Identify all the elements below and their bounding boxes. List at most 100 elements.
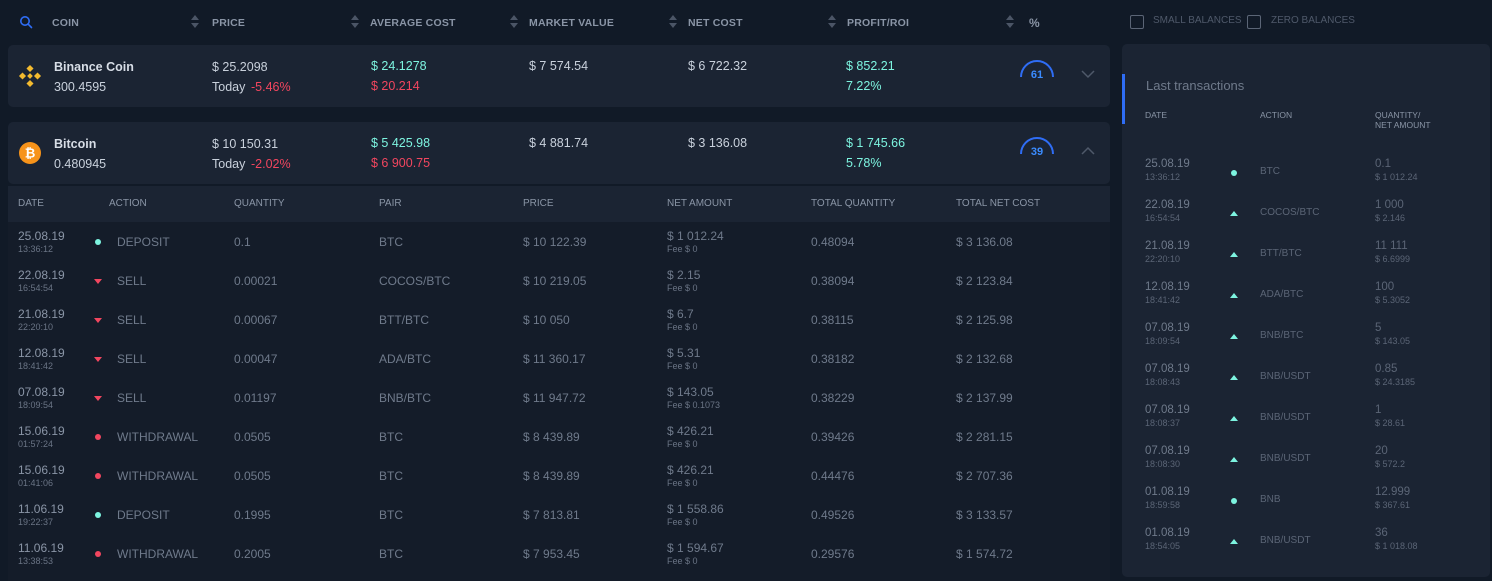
list-item[interactable]: 01.08.19 18:54:05 BNB/USDT 36 $ 1 018.08	[1122, 527, 1490, 568]
table-header: DATE ACTION QUANTITY PAIR PRICE NET AMOU…	[8, 186, 1110, 222]
row-pair: BTC	[379, 235, 403, 249]
column-net-cost[interactable]: NET COST	[688, 17, 743, 29]
column-percent[interactable]: %	[1029, 16, 1040, 30]
row-fee: Fee $ 0	[667, 283, 698, 293]
average-cost-positive: $ 5 425.98	[371, 136, 431, 150]
buy-arrow-icon	[1230, 252, 1238, 257]
coin-card-bitcoin[interactable]: ₿ Bitcoin 0.480945 $ 10 150.31 Today -2.…	[8, 122, 1110, 184]
sort-price-icon[interactable]	[190, 14, 200, 30]
list-item[interactable]: 12.08.19 18:41:42 ADA/BTC 100 $ 5.3052	[1122, 281, 1490, 322]
table-row[interactable]: 11.06.19 13:38:53 WITHDRAWAL 0.2005 BTC $ 7 9…	[8, 534, 1110, 573]
row-total-quantity: 0.38115	[811, 313, 854, 327]
row-time: 18:41:42	[18, 361, 54, 371]
row-price: $ 7 813.81	[523, 508, 580, 522]
list-item[interactable]: 01.08.19 18:59:58 BNB 12.999 $ 367.61	[1122, 486, 1490, 527]
row-date: 11.06.19	[18, 541, 64, 555]
list-item[interactable]: 21.08.19 22:20:10 BTT/BTC 11 111 $ 6.6999	[1122, 240, 1490, 281]
row-total-net-cost: $ 3 136.08	[956, 235, 1013, 249]
item-quantity: 11 111	[1375, 240, 1408, 252]
item-time: 18:09:54	[1145, 336, 1181, 346]
row-date: 11.06.19	[18, 502, 64, 516]
deposit-dot-icon	[95, 239, 101, 245]
table-row[interactable]: 07.08.19 18:09:54 SELL 0.01197 BNB/BTC $ 11 9…	[8, 378, 1110, 417]
row-quantity: 0.01197	[234, 391, 277, 405]
sort-average-cost-icon[interactable]	[350, 14, 360, 30]
coin-card-binance[interactable]: Binance Coin 300.4595 $ 25.2098 Today -5…	[8, 45, 1110, 107]
sort-percent-icon[interactable]	[1005, 14, 1015, 30]
deposit-dot-icon	[1231, 170, 1237, 176]
profit-value: $ 1 745.66	[846, 136, 906, 150]
list-item[interactable]: 25.08.19 13:36:12 BTC 0.1 $ 1 012.24	[1122, 158, 1490, 199]
column-market-value[interactable]: MARKET VALUE	[529, 17, 614, 29]
row-fee: Fee $ 0	[667, 517, 698, 527]
panel-accent-bar	[1122, 74, 1125, 124]
th-action: ACTION	[109, 198, 147, 209]
table-row[interactable]: 21.08.19 22:20:10 SELL 0.00067 BTT/BTC $ 10 0…	[8, 300, 1110, 339]
today-label: Today	[212, 80, 246, 94]
row-net-amount: $ 5.31	[667, 346, 701, 360]
column-profit-roi[interactable]: PROFIT/ROI	[847, 17, 909, 29]
row-net-amount: $ 426.21	[667, 463, 714, 477]
table-row[interactable]: 11.06.19 19:22:37 DEPOSIT 0.1995 BTC $ 7 813.…	[8, 495, 1110, 534]
table-row[interactable]: 12.08.19 18:41:42 SELL 0.00047 ADA/BTC $ 11 3…	[8, 339, 1110, 378]
row-quantity: 0.0505	[234, 469, 271, 483]
list-item[interactable]: 07.08.19 18:08:43 BNB/USDT 0.85 $ 24.3185	[1122, 363, 1490, 404]
zero-balances-checkbox[interactable]	[1247, 15, 1261, 29]
column-coin[interactable]: COIN	[52, 17, 79, 29]
row-quantity: 0.2005	[234, 547, 271, 561]
chevron-up-icon[interactable]	[1081, 146, 1095, 156]
list-item[interactable]: 07.08.19 18:08:37 BNB/USDT 1 $ 28.61	[1122, 404, 1490, 445]
table-row[interactable]: 22.08.19 16:54:54 SELL 0.00021 COCOS/BTC $ 10…	[8, 261, 1110, 300]
list-item[interactable]: 07.08.19 18:09:54 BNB/BTC 5 $ 143.05	[1122, 322, 1490, 363]
small-balances-checkbox[interactable]	[1130, 15, 1144, 29]
roi-value: 5.78%	[846, 156, 882, 170]
profit-value: $ 852.21	[846, 59, 895, 73]
panel-th-quantity-line1: QUANTITY/	[1375, 110, 1421, 120]
row-fee: Fee $ 0	[667, 361, 698, 371]
panel-th-date: DATE	[1145, 110, 1168, 120]
item-action: ADA/BTC	[1260, 289, 1304, 300]
average-cost-positive: $ 24.1278	[371, 59, 427, 73]
bitcoin-transactions-table: DATE ACTION QUANTITY PAIR PRICE NET AMOU…	[8, 186, 1110, 581]
column-price[interactable]: PRICE	[212, 17, 245, 29]
sort-market-value-icon[interactable]	[509, 14, 519, 30]
row-quantity: 0.0505	[234, 430, 271, 444]
table-row[interactable]: 15.06.19 01:41:06 WITHDRAWAL 0.0505 BTC $ 8 4…	[8, 456, 1110, 495]
row-price: $ 10 122.39	[523, 235, 587, 249]
list-item[interactable]: 22.08.19 16:54:54 COCOS/BTC 1 000 $ 2.146	[1122, 199, 1490, 240]
row-quantity: 0.00067	[234, 313, 278, 327]
row-total-net-cost: $ 2 132.68	[956, 352, 1013, 366]
search-icon[interactable]	[19, 15, 33, 29]
coin-price: $ 25.2098	[212, 60, 268, 74]
last-transactions-panel: Last transactions DATE ACTION QUANTITY/ …	[1122, 44, 1490, 577]
column-average-cost[interactable]: AVERAGE COST	[370, 17, 456, 29]
row-total-quantity: 0.39426	[811, 430, 855, 444]
row-date: 22.08.19	[18, 268, 65, 282]
table-row[interactable]: 15.06.19 01:57:24 WITHDRAWAL 0.0505 BTC $ 8 4…	[8, 417, 1110, 456]
coin-price: $ 10 150.31	[212, 137, 279, 151]
today-label: Today	[212, 157, 246, 171]
row-price: $ 11 360.17	[523, 352, 586, 366]
row-fee: Fee $ 0	[667, 439, 698, 449]
row-total-net-cost: $ 2 707.36	[956, 469, 1013, 483]
list-item[interactable]: 07.08.19 18:08:30 BNB/USDT 20 $ 572.2	[1122, 445, 1490, 486]
item-quantity: 36	[1375, 527, 1388, 539]
sort-profit-icon[interactable]	[827, 14, 837, 30]
row-quantity: 0.00047	[234, 352, 278, 366]
item-net-amount: $ 367.61	[1375, 500, 1411, 510]
row-time: 01:57:24	[18, 439, 54, 449]
th-pair: PAIR	[379, 198, 402, 209]
row-total-net-cost: $ 2 125.98	[956, 313, 1013, 327]
chevron-down-icon[interactable]	[1081, 69, 1095, 79]
buy-arrow-icon	[1230, 334, 1238, 339]
coin-amount: 0.480945	[54, 157, 107, 171]
row-total-quantity: 0.49526	[811, 508, 855, 522]
item-action: BNB/USDT	[1260, 535, 1311, 546]
row-fee: Fee $ 0	[667, 244, 698, 254]
table-row[interactable]: 25.08.19 13:36:12 DEPOSIT 0.1 BTC $ 10 122.39…	[8, 222, 1110, 261]
row-action: DEPOSIT	[117, 235, 170, 249]
row-total-net-cost: $ 1 574.72	[956, 547, 1013, 561]
sort-net-cost-icon[interactable]	[668, 14, 678, 30]
zero-balances-label[interactable]: ZERO BALANCES	[1271, 15, 1355, 31]
small-balances-label[interactable]: SMALL BALANCES	[1153, 15, 1242, 31]
